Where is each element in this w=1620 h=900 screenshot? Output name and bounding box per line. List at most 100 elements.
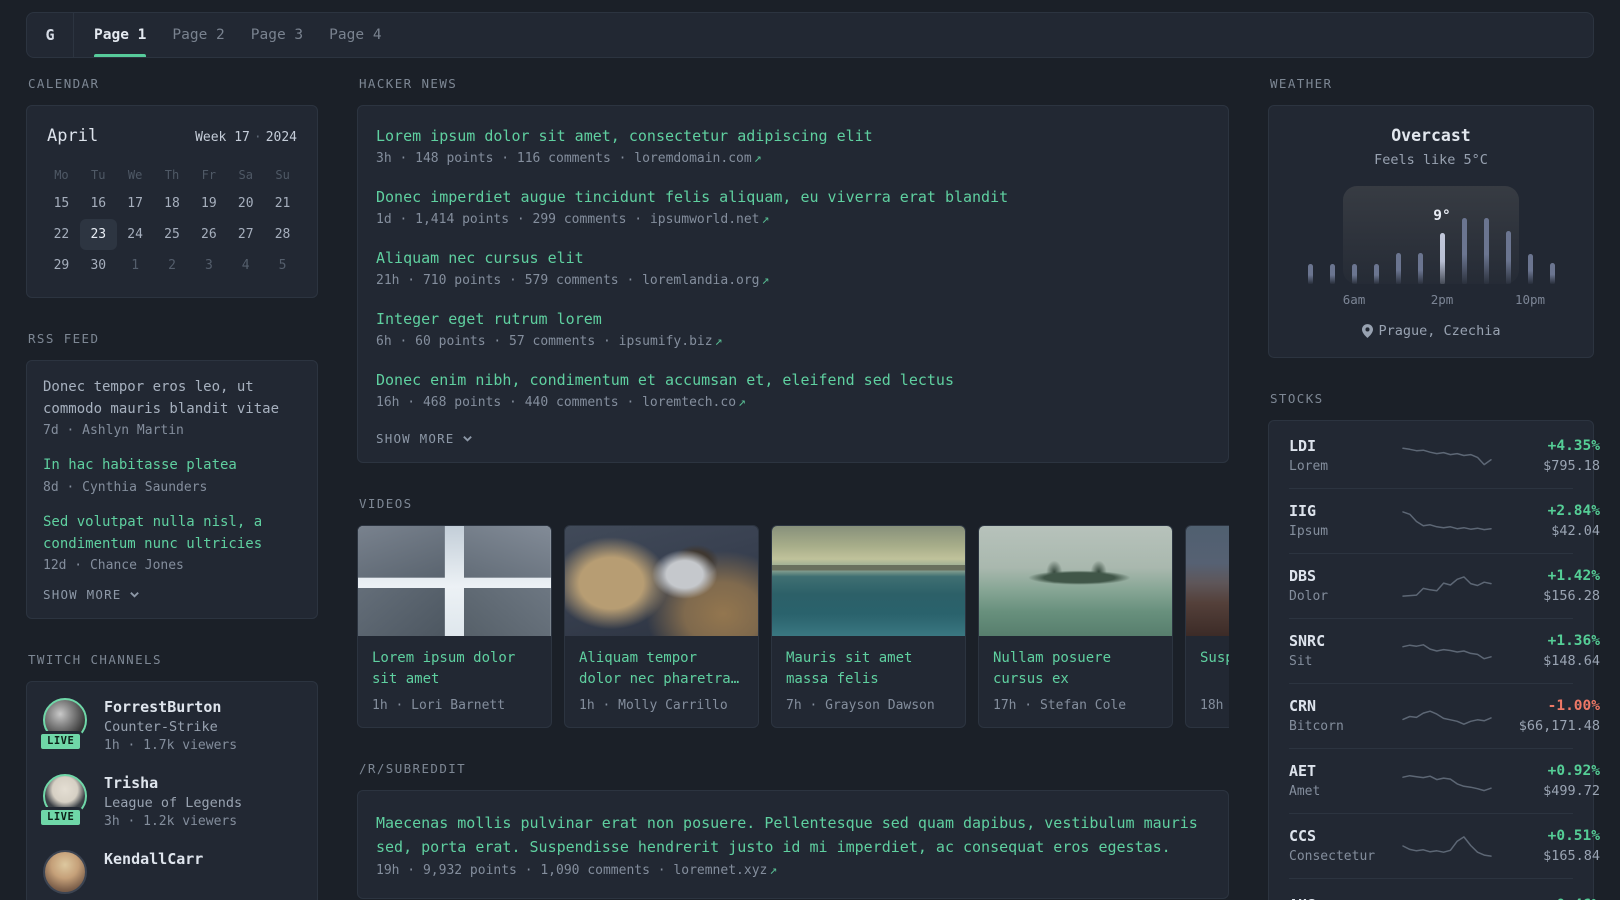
nav-tab[interactable]: Page 2 [172, 13, 224, 57]
video-card[interactable]: Nullam posuere cursus ex 17h · Stefan Co… [978, 525, 1173, 728]
video-thumbnail[interactable] [1186, 526, 1229, 636]
weather-bar [1329, 264, 1335, 284]
weather-bar-slot [1299, 218, 1321, 284]
show-more-label: SHOW MORE [376, 431, 455, 446]
location-pin-icon [1361, 324, 1373, 338]
stock-row[interactable]: LDI Lorem +4.35% $795.18 [1289, 424, 1600, 488]
video-title[interactable]: Nullam posuere cursus ex [993, 648, 1158, 690]
hackernews-item-title[interactable]: Donec imperdiet augue tincidunt felis al… [376, 187, 1210, 208]
hackernews-item-title[interactable]: Donec enim nibh, condimentum et accumsan… [376, 370, 1210, 391]
video-thumbnail[interactable] [979, 526, 1172, 636]
weather-bar-slot [1343, 218, 1365, 284]
video-title[interactable]: Lorem ipsum dolor sit amet consectetu… [372, 648, 537, 690]
video-thumbnail[interactable] [772, 526, 965, 636]
rss-list: Donec tempor eros leo, ut commodo mauris… [43, 377, 301, 573]
external-link-icon[interactable]: ↗ [760, 273, 770, 288]
external-link-icon[interactable]: ↗ [752, 151, 762, 166]
top-nav: G Page 1 Page 2 Page 3 Page 4 [26, 12, 1594, 58]
stock-sparkline [1399, 831, 1495, 861]
stock-row[interactable]: CRN Bitcorn -1.00% $66,171.48 [1289, 683, 1600, 748]
live-badge: LIVE [38, 731, 84, 753]
twitch-channel-row[interactable]: LIVE Trisha League of Legends 3h · 1.2k … [38, 774, 301, 829]
video-card[interactable]: Mauris sit amet massa felis 7h · Grayson… [771, 525, 966, 728]
hackernews-item-meta: 6h · 60 points · 57 comments · ipsumify.… [376, 334, 1210, 349]
stock-left: IIG Ipsum [1289, 502, 1399, 539]
weather-bar-slot [1365, 218, 1387, 284]
weather-bar [1351, 264, 1357, 284]
calendar-day: 25 [164, 227, 180, 242]
video-title[interactable]: Mauris sit amet massa felis [786, 648, 951, 690]
stock-row[interactable]: AET Amet +0.92% $499.72 [1289, 748, 1600, 813]
hackernews-show-more-button[interactable]: SHOW MORE [376, 431, 1210, 446]
stock-row[interactable]: IIG Ipsum +2.84% $42.04 [1289, 488, 1600, 553]
reddit-post-title[interactable]: Maecenas mollis pulvinar erat non posuer… [376, 811, 1210, 859]
twitch-channel-name[interactable]: KendallCarr [104, 850, 203, 868]
weather-bar-slot [1387, 218, 1409, 284]
video-card[interactable]: Lorem ipsum dolor sit amet consectetu… 1… [357, 525, 552, 728]
rss-item-title[interactable]: Donec tempor eros leo, ut commodo mauris… [43, 377, 301, 420]
hackernews-item-title[interactable]: Aliquam nec cursus elit [376, 248, 1210, 269]
video-card[interactable]: Suspendisse diam 18h · Tara [1185, 525, 1229, 728]
twitch-channel-name[interactable]: Trisha [104, 774, 242, 792]
video-carousel[interactable]: Lorem ipsum dolor sit amet consectetu… 1… [357, 525, 1229, 728]
video-thumbnail[interactable] [565, 526, 758, 636]
twitch-channel-info: Trisha League of Legends 3h · 1.2k viewe… [104, 774, 242, 829]
external-link-icon[interactable]: ↗ [760, 212, 770, 227]
rss-show-more-button[interactable]: SHOW MORE [43, 587, 301, 602]
hackernews-item-meta: 21h · 710 points · 579 comments · loreml… [376, 273, 1210, 288]
stock-row[interactable]: DBS Dolor +1.42% $156.28 [1289, 553, 1600, 618]
twitch-channel-name[interactable]: ForrestBurton [104, 698, 237, 716]
calendar-weekday: Fr [201, 168, 217, 182]
nav-tab[interactable]: Page 3 [251, 13, 303, 57]
video-card[interactable]: Aliquam tempor dolor nec pharetra… 1h · … [564, 525, 759, 728]
weather-section-title: WEATHER [1270, 76, 1333, 91]
stock-name: Bitcorn [1289, 719, 1344, 734]
rss-item-title[interactable]: In hac habitasse platea [43, 455, 301, 477]
weather-bar-slot [1497, 218, 1519, 284]
stock-row[interactable]: AHS +0.46% [1289, 878, 1600, 900]
external-link-icon[interactable]: ↗ [767, 863, 777, 878]
weather-bar [1395, 253, 1401, 284]
hackernews-item-domain[interactable]: loremtech.co [642, 395, 736, 410]
hackernews-item-domain[interactable]: ipsumworld.net [650, 212, 760, 227]
rss-item[interactable]: Donec tempor eros leo, ut commodo mauris… [43, 377, 301, 438]
hackernews-item-meta: 1d · 1,414 points · 299 comments · ipsum… [376, 212, 1210, 227]
calendar-day: 30 [90, 258, 107, 273]
twitch-channel-row[interactable]: LIVE ForrestBurton Counter-Strike 1h · 1… [38, 698, 301, 753]
rss-item-title[interactable]: Sed volutpat nulla nisl, a condimentum n… [43, 512, 301, 555]
video-title[interactable]: Suspendisse diam [1200, 648, 1229, 690]
reddit-post-domain[interactable]: loremnet.xyz [673, 863, 767, 878]
video-title[interactable]: Aliquam tempor dolor nec pharetra… [579, 648, 744, 690]
hackernews-item-domain[interactable]: ipsumify.biz [619, 334, 713, 349]
rss-item[interactable]: In hac habitasse platea 8d · Cynthia Sau… [43, 455, 301, 495]
hackernews-list: Lorem ipsum dolor sit amet, consectetur … [376, 126, 1210, 410]
video-thumbnail[interactable] [358, 526, 551, 636]
stock-row[interactable]: SNRC Sit +1.36% $148.64 [1289, 618, 1600, 683]
stock-right: +2.84% $42.04 [1495, 503, 1600, 539]
app-logo[interactable]: G [27, 13, 74, 57]
nav-tab[interactable]: Page 1 [94, 13, 147, 57]
stock-symbol: IIG [1289, 502, 1317, 520]
nav-tabs: Page 1 Page 2 Page 3 Page 4 [74, 13, 382, 57]
twitch-widget: TWITCH CHANNELS LIVE ForrestBurton Count… [26, 652, 318, 900]
weather-condition: Overcast [1391, 126, 1471, 145]
weather-bar [1439, 233, 1445, 284]
calendar-day: 26 [201, 227, 217, 242]
external-link-icon[interactable]: ↗ [736, 395, 746, 410]
hackernews-item-title[interactable]: Lorem ipsum dolor sit amet, consectetur … [376, 126, 1210, 147]
reddit-section-title: /R/SUBREDDIT [359, 761, 467, 776]
hackernews-item-title[interactable]: Integer eget rutrum lorem [376, 309, 1210, 330]
twitch-section-title: TWITCH CHANNELS [28, 652, 162, 668]
calendar-card: April Week 17 · 2024 Mo Tu We Th Fr Sa Su 15 16 17… [26, 105, 318, 298]
calendar-day: 15 [53, 196, 70, 211]
hackernews-card: Lorem ipsum dolor sit amet, consectetur … [357, 105, 1229, 463]
nav-tab[interactable]: Page 4 [329, 13, 381, 57]
external-link-icon[interactable]: ↗ [713, 334, 723, 349]
hackernews-item-domain[interactable]: loremlandia.org [642, 273, 759, 288]
twitch-channel-row[interactable]: LIVE KendallCarr [43, 850, 301, 896]
stock-price: $499.72 [1543, 782, 1600, 799]
stock-row[interactable]: CCS Consectetur +0.51% $165.84 [1289, 813, 1600, 878]
hackernews-item-domain[interactable]: loremdomain.com [634, 151, 751, 166]
calendar-day: 28 [274, 227, 291, 242]
rss-item[interactable]: Sed volutpat nulla nisl, a condimentum n… [43, 512, 301, 573]
